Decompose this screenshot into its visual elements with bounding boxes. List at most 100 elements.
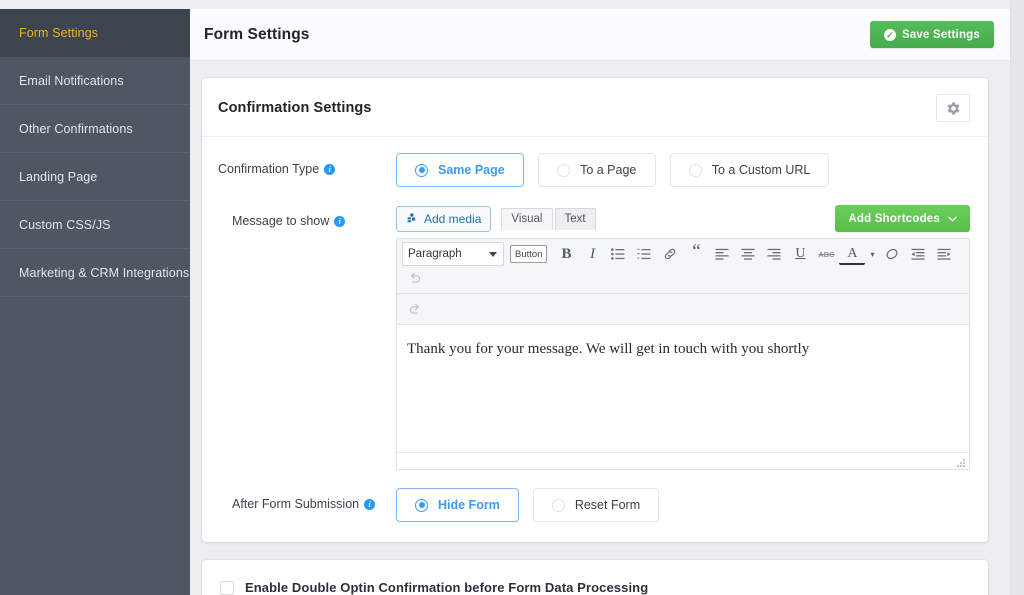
editor-topbar: Add media Visual Text Add Shortcodes	[396, 205, 970, 232]
top-strip	[0, 0, 1024, 9]
clear-formatting-icon[interactable]	[879, 242, 905, 266]
confirmation-type-option-to-a-page[interactable]: To a Page	[538, 153, 656, 187]
insert-button-shortcode-button[interactable]: Button	[510, 245, 547, 263]
strikethrough-icon[interactable]: ABC	[813, 242, 839, 266]
sidebar-item-email-notifications[interactable]: Email Notifications	[0, 57, 190, 105]
option-label: To a Custom URL	[712, 163, 811, 177]
tab-text-label: Text	[565, 213, 586, 225]
add-media-button[interactable]: Add media	[396, 206, 491, 232]
redo-icon[interactable]	[402, 297, 428, 321]
confirmation-settings-card: Confirmation Settings Confirmation Type …	[202, 78, 988, 542]
radio-icon	[689, 164, 702, 177]
add-shortcodes-button[interactable]: Add Shortcodes	[835, 205, 970, 232]
text-color-icon[interactable]: A	[839, 245, 865, 265]
sidebar-item-label: Email Notifications	[19, 74, 124, 88]
option-label: Reset Form	[575, 498, 640, 512]
sidebar-item-custom-css-js[interactable]: Custom CSS/JS	[0, 201, 190, 249]
double-optin-label: Enable Double Optin Confirmation before …	[245, 580, 648, 595]
bold-icon[interactable]: B	[553, 242, 579, 266]
after-submission-option-reset-form[interactable]: Reset Form	[533, 488, 659, 522]
after-form-submission-label: After Form Submission	[232, 495, 359, 513]
message-to-show-field: Add media Visual Text Add Shortcodes	[396, 205, 970, 470]
after-form-submission-label-group: After Form Submission i	[218, 488, 396, 513]
align-center-icon[interactable]	[735, 242, 761, 266]
indent-icon[interactable]	[931, 242, 957, 266]
after-submission-option-hide-form[interactable]: Hide Form	[396, 488, 519, 522]
page-header: Form Settings ✓ Save Settings	[190, 9, 1010, 61]
tab-visual[interactable]: Visual	[501, 208, 552, 230]
outdent-icon[interactable]	[905, 242, 931, 266]
info-icon[interactable]: i	[364, 499, 375, 510]
message-editor-content[interactable]: Thank you for your message. We will get …	[397, 325, 969, 452]
confirmation-settings-title: Confirmation Settings	[218, 100, 372, 116]
editor-footer	[397, 452, 969, 469]
underline-icon[interactable]: U	[787, 242, 813, 266]
sidebar-item-landing-page[interactable]: Landing Page	[0, 153, 190, 201]
confirmation-type-row: Confirmation Type i Same Page	[218, 153, 970, 187]
blockquote-icon[interactable]: “	[683, 242, 709, 266]
info-icon[interactable]: i	[324, 164, 335, 175]
add-shortcodes-label: Add Shortcodes	[848, 213, 940, 225]
settings-content: Confirmation Settings Confirmation Type …	[190, 61, 1010, 595]
link-icon[interactable]	[657, 242, 683, 266]
text-color-caret-icon[interactable]: ▾	[865, 242, 879, 266]
check-circle-icon: ✓	[884, 29, 896, 41]
save-settings-label: Save Settings	[902, 29, 980, 41]
sidebar-item-other-confirmations[interactable]: Other Confirmations	[0, 105, 190, 153]
sidebar-item-marketing-crm-integrations[interactable]: Marketing & CRM Integrations	[0, 249, 190, 297]
chevron-down-icon	[948, 216, 957, 222]
media-icon	[405, 212, 418, 225]
double-optin-body: Enable Double Optin Confirmation before …	[202, 560, 988, 595]
numbered-list-icon[interactable]	[631, 242, 657, 266]
sidebar-item-label: Landing Page	[19, 170, 97, 184]
editor-mode-tabs: Visual Text	[501, 208, 597, 230]
radio-icon	[552, 499, 565, 512]
paragraph-format-select[interactable]: Paragraph	[402, 242, 504, 266]
editor-toolbar-row-2	[397, 294, 969, 325]
align-left-icon[interactable]	[709, 242, 735, 266]
align-right-icon[interactable]	[761, 242, 787, 266]
radio-icon	[415, 164, 428, 177]
bulleted-list-icon[interactable]	[605, 242, 631, 266]
message-to-show-label: Message to show	[232, 212, 329, 230]
editor-toolbar-row-1: Paragraph Button B I	[397, 239, 969, 294]
resize-grip-icon[interactable]	[955, 456, 967, 468]
after-form-submission-field: Hide Form Reset Form	[396, 488, 970, 522]
add-media-label: Add media	[424, 212, 481, 226]
confirmation-settings-header: Confirmation Settings	[202, 78, 988, 137]
editor-box: Paragraph Button B I	[396, 238, 970, 470]
save-settings-button[interactable]: ✓ Save Settings	[870, 21, 994, 48]
undo-icon[interactable]	[402, 266, 428, 290]
option-label: Hide Form	[438, 498, 500, 512]
tab-visual-label: Visual	[511, 213, 542, 225]
page-title: Form Settings	[204, 26, 310, 44]
confirmation-type-label: Confirmation Type	[218, 160, 319, 178]
after-form-submission-row: After Form Submission i Hide Form	[218, 488, 970, 522]
tab-text[interactable]: Text	[555, 208, 596, 230]
message-to-show-row: Message to show i Add m	[218, 205, 970, 470]
option-label: To a Page	[580, 163, 636, 177]
sidebar-item-label: Custom CSS/JS	[19, 218, 111, 232]
wp-editor: Add media Visual Text Add Shortcodes	[396, 205, 970, 470]
settings-sidebar: Form Settings Email Notifications Other …	[0, 9, 190, 595]
double-optin-checkbox[interactable]	[220, 581, 234, 595]
sidebar-item-label: Other Confirmations	[19, 122, 133, 136]
option-label: Same Page	[438, 163, 505, 177]
info-icon[interactable]: i	[334, 216, 345, 227]
message-editor-text: Thank you for your message. We will get …	[407, 341, 809, 357]
radio-icon	[557, 164, 570, 177]
italic-icon[interactable]: I	[579, 242, 605, 266]
sidebar-item-label: Form Settings	[19, 26, 98, 40]
confirmation-type-option-to-a-custom-url[interactable]: To a Custom URL	[670, 153, 830, 187]
insert-button-label: Button	[515, 249, 542, 260]
paragraph-format-value: Paragraph	[408, 248, 462, 260]
card-settings-button[interactable]	[936, 94, 970, 122]
confirmation-type-option-same-page[interactable]: Same Page	[396, 153, 524, 187]
gear-icon	[946, 101, 961, 116]
confirmation-type-options: Same Page To a Page To a Custom URL	[396, 153, 970, 187]
sidebar-item-label: Marketing & CRM Integrations	[19, 266, 189, 280]
main-panel: Form Settings ✓ Save Settings Confirmati…	[190, 9, 1010, 595]
confirmation-type-field: Same Page To a Page To a Custom URL	[396, 153, 970, 187]
confirmation-type-label-group: Confirmation Type i	[218, 153, 396, 178]
sidebar-item-form-settings[interactable]: Form Settings	[0, 9, 190, 57]
